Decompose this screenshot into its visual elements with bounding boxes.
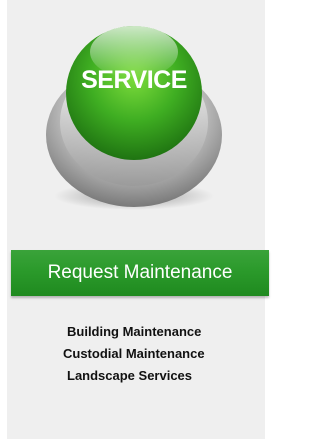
request-maintenance-button[interactable]: Request Maintenance: [11, 250, 269, 296]
service-label: SERVICE: [81, 66, 187, 94]
service-item-building-maintenance[interactable]: Building Maintenance: [67, 321, 267, 343]
service-button-icon[interactable]: SERVICE: [7, 0, 265, 215]
service-item-custodial-maintenance[interactable]: Custodial Maintenance: [63, 343, 267, 365]
request-maintenance-label: Request Maintenance: [47, 262, 233, 283]
service-panel: SERVICE Request Maintenance Building Mai…: [7, 0, 269, 439]
services-list: Building Maintenance Custodial Maintenan…: [63, 321, 267, 387]
service-item-landscape-services[interactable]: Landscape Services: [67, 365, 267, 387]
